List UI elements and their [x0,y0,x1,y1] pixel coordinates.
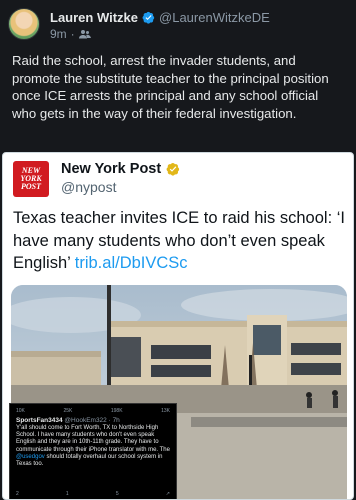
author-row: Lauren Witzke @LaurenWitzkeDE [50,10,270,25]
embedded-mention: @usedgov [16,453,45,460]
logo-line-3: POST [21,182,41,191]
post-text: Raid the school, arrest the invader stud… [12,53,329,121]
post-time[interactable]: 9m [50,27,67,41]
author-display-name[interactable]: Lauren Witzke [50,10,138,25]
meta-separator: · [70,27,75,41]
author-handle[interactable]: @LaurenWitzkeDE [159,10,270,25]
embedded-footer-row: 2 1 5 ↗ [16,491,170,497]
embedded-tweet-screenshot: 10K 25K 198K 13K SportsFan3434 @HookEm32… [9,403,177,499]
embedded-stats-row: 10K 25K 198K 13K [10,404,176,414]
embedded-stat-reposts: 25K [63,408,73,414]
quoted-post-link[interactable]: trib.al/DbIVCSc [75,254,188,272]
embedded-stat-likes: 198K [110,408,123,414]
verified-badge-icon [142,11,155,24]
gold-verified-badge-icon [166,162,180,176]
post-meta: 9m · [50,27,91,41]
embedded-stat-replies: 10K [16,408,25,414]
embedded-user-row: SportsFan3434 @HookEm322 · 7h [10,414,176,424]
avatar[interactable] [8,8,40,40]
quoted-post-card[interactable]: NEW YORK POST New York Post @nypost Texa… [2,152,354,500]
embedded-user-name: SportsFan3434 [16,417,63,424]
nypost-logo: NEW YORK POST [13,161,49,197]
quoted-author-handle[interactable]: @nypost [61,179,116,195]
embedded-stat-views: 13K [161,408,170,414]
embedded-footer-repost: 1 [65,491,69,497]
embedded-user-handle: @HookEm322 · 7h [64,417,120,424]
quoted-author-name[interactable]: New York Post [61,161,161,177]
embedded-footer-like: 5 [115,491,119,497]
post-header: Lauren Witzke @LaurenWitzkeDE 9m · [8,8,348,44]
quoted-author-row: New York Post [61,161,180,177]
embedded-footer-share: ↗ [165,491,170,497]
embedded-tweet-text: Y'all should come to Fort Worth, TX to N… [10,424,176,468]
embedded-text-part1: Y'all should come to Fort Worth, TX to N… [16,425,170,453]
people-icon [78,30,91,39]
embedded-footer-reply: 2 [16,491,19,497]
quoted-post-text: Texas teacher invites ICE to raid his sc… [13,207,349,275]
